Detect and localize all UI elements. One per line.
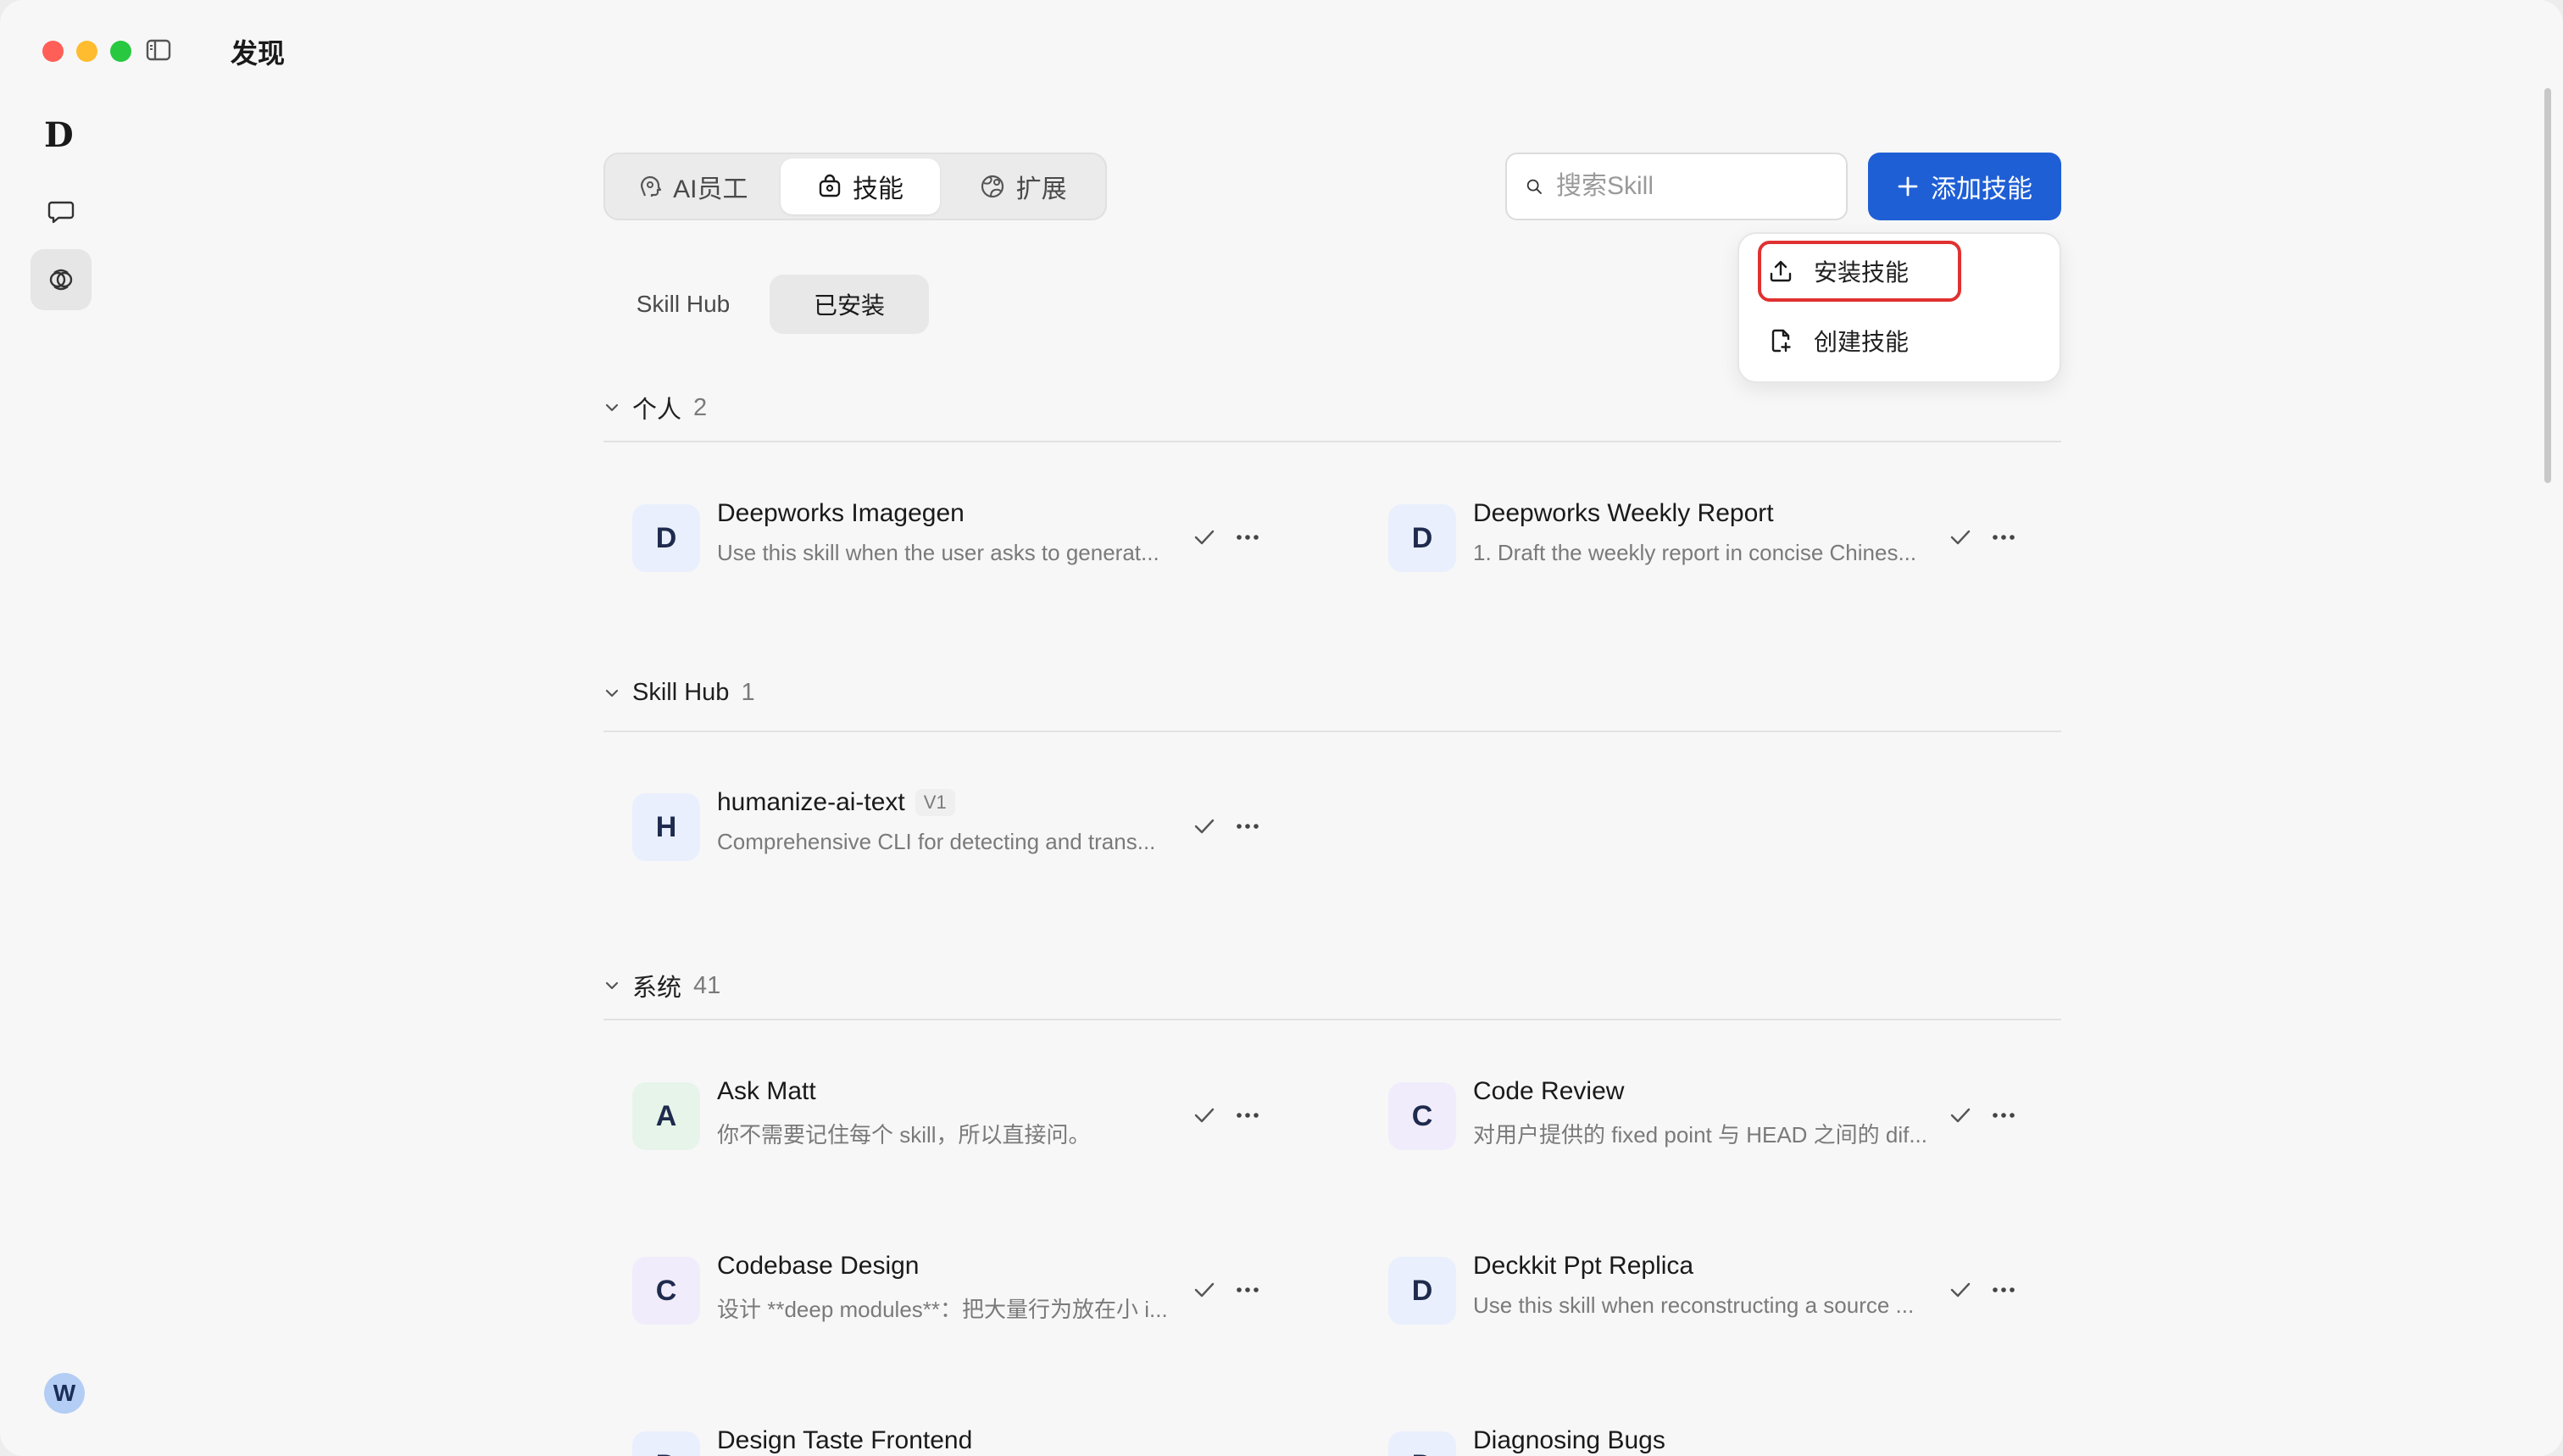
search-input[interactable] (1556, 172, 1827, 201)
zoom-window-button[interactable] (110, 41, 131, 62)
section-title: 个人 (632, 397, 682, 424)
skill-name: Deckkit Ppt Replica (1473, 1252, 1694, 1280)
chat-bubble-icon (47, 201, 75, 224)
close-window-button[interactable] (42, 41, 64, 62)
tab-label: 技能 (852, 175, 903, 203)
page-title: 发现 (231, 38, 286, 69)
tab-ai-employee[interactable]: AI员工 (612, 158, 774, 214)
skill-description: 1. Draft the weekly report in concise Ch… (1473, 540, 1917, 565)
skill-card[interactable]: D Design Taste Frontend (603, 1421, 1248, 1456)
skill-card[interactable]: C Codebase Design 设计 **deep modules**：把大… (603, 1247, 1259, 1331)
category-tabs: AI员工 技能 扩展 (603, 153, 1107, 220)
skill-avatar: D (632, 504, 700, 572)
tab-skills[interactable]: 技能 (780, 158, 941, 214)
skill-name: Design Taste Frontend (717, 1426, 973, 1454)
section-count: 1 (741, 679, 755, 706)
skill-avatar: H (632, 793, 700, 861)
more-options-icon[interactable] (1234, 1277, 1261, 1303)
skill-card[interactable]: D Deepworks Weekly Report 1. Draft the w… (1359, 494, 2015, 579)
skill-avatar: C (1388, 1082, 1456, 1150)
installed-check-icon (1950, 530, 1971, 545)
skill-card[interactable]: D Deepworks Imagegen Use this skill when… (603, 494, 1259, 579)
installed-check-icon (1194, 819, 1215, 834)
skill-name: humanize-ai-text (717, 788, 905, 816)
rail-discover-button[interactable] (31, 249, 92, 310)
section-count: 2 (693, 393, 708, 421)
section-title: Skill Hub (632, 679, 730, 706)
skill-card[interactable]: C Code Review 对用户提供的 fixed point 与 HEAD … (1359, 1072, 2015, 1157)
section-count: 41 (693, 971, 721, 999)
more-options-icon[interactable] (1234, 814, 1261, 839)
skill-description: Use this skill when reconstructing a sou… (1473, 1292, 1915, 1318)
highlight-box (1758, 241, 1961, 302)
tab-label: 扩展 (1015, 175, 1067, 203)
more-options-icon[interactable] (1234, 1103, 1261, 1128)
chevron-down-icon (605, 689, 619, 697)
discover-link-icon (49, 269, 73, 291)
skill-name: Ask Matt (717, 1077, 816, 1105)
tab-label: AI员工 (673, 175, 748, 203)
menu-item-create-skill[interactable]: 创建技能 (1768, 324, 1909, 358)
skill-avatar: D (632, 1431, 700, 1456)
plus-icon (1898, 176, 1918, 197)
skill-description: 你不需要记住每个 skill，所以直接问。 (717, 1122, 1091, 1148)
installed-check-icon (1950, 1108, 1971, 1123)
skill-description: 对用户提供的 fixed point 与 HEAD 之间的 dif... (1473, 1122, 1928, 1148)
new-file-icon (1771, 329, 1791, 353)
rail-chat-button[interactable] (31, 181, 92, 242)
minimize-window-button[interactable] (76, 41, 97, 62)
skill-name: Diagnosing Bugs (1473, 1426, 1665, 1454)
more-options-icon[interactable] (1990, 525, 2017, 550)
skill-avatar: D (1388, 1431, 1456, 1456)
section-header-skill-hub[interactable]: Skill Hub 1 (603, 679, 755, 707)
search-box (1505, 153, 1848, 220)
installed-check-icon (1194, 530, 1215, 545)
search-icon (1526, 179, 1542, 194)
version-badge: V1 (915, 789, 955, 816)
extension-globe-icon (981, 175, 1004, 198)
skill-avatar: D (1388, 1257, 1456, 1325)
subtab-skill-hub[interactable]: Skill Hub (603, 275, 763, 334)
add-skill-label: 添加技能 (1931, 175, 2032, 203)
ai-agent-icon (641, 175, 662, 197)
skill-card[interactable]: D Diagnosing Bugs (1359, 1421, 2004, 1456)
skill-avatar: A (632, 1082, 700, 1150)
more-options-icon[interactable] (1990, 1277, 2017, 1303)
installed-check-icon (1194, 1282, 1215, 1298)
skill-description: Use this skill when the user asks to gen… (717, 540, 1159, 565)
tab-extensions[interactable]: 扩展 (947, 158, 1098, 214)
more-options-icon[interactable] (1234, 525, 1261, 550)
skill-card[interactable]: D Deckkit Ppt Replica Use this skill whe… (1359, 1247, 2015, 1331)
menu-item-label: 创建技能 (1814, 329, 1910, 355)
section-divider (603, 1019, 2061, 1020)
add-skill-button[interactable]: 添加技能 (1868, 153, 2061, 220)
more-options-icon[interactable] (1990, 1103, 2017, 1128)
section-title: 系统 (632, 975, 682, 1002)
skill-bag-icon (819, 174, 841, 197)
skill-name: Code Review (1473, 1077, 1625, 1105)
skill-name: Deepworks Imagegen (717, 499, 965, 527)
installed-check-icon (1950, 1282, 1971, 1298)
section-header-system[interactable]: 系统 41 (603, 968, 720, 1003)
skill-avatar: D (1388, 504, 1456, 572)
chevron-down-icon (605, 981, 619, 990)
installed-check-icon (1194, 1108, 1215, 1123)
skill-name: Codebase Design (717, 1252, 920, 1280)
skill-card[interactable]: A Ask Matt 你不需要记住每个 skill，所以直接问。 (603, 1072, 1259, 1157)
app-logo: D (44, 115, 74, 155)
user-avatar[interactable]: W (44, 1373, 85, 1414)
section-divider (603, 441, 2061, 442)
section-divider (603, 731, 2061, 732)
skill-description: Comprehensive CLI for detecting and tran… (717, 829, 1156, 854)
subtab-installed[interactable]: 已安装 (770, 275, 929, 334)
chevron-down-icon (605, 403, 619, 412)
skill-name: Deepworks Weekly Report (1473, 499, 1774, 527)
section-header-personal[interactable]: 个人 2 (603, 390, 707, 425)
app-window: 发现 D W AI员工 技能 扩展 添加技能 (0, 0, 2563, 1456)
skill-card[interactable]: H humanize-ai-text V1 Comprehensive CLI … (603, 783, 1259, 868)
skill-description: 设计 **deep modules**：把大量行为放在小 i... (717, 1297, 1168, 1322)
sidebar-toggle-icon[interactable] (146, 39, 171, 61)
skill-avatar: C (632, 1257, 700, 1325)
scrollbar-thumb[interactable] (2544, 88, 2551, 483)
